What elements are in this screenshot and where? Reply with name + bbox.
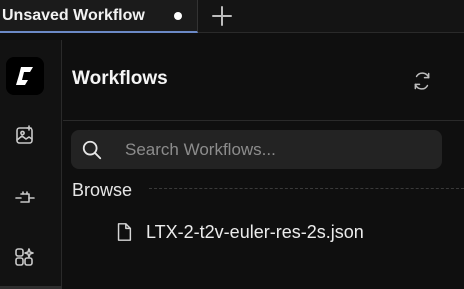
search-box bbox=[71, 130, 442, 169]
tab-bar: Unsaved Workflow bbox=[0, 0, 464, 33]
comfy-logo[interactable] bbox=[6, 57, 44, 95]
new-tab-button[interactable] bbox=[211, 5, 233, 27]
panel-divider bbox=[63, 120, 464, 121]
tab-title: Unsaved Workflow bbox=[2, 7, 145, 24]
tab-unsaved-workflow[interactable]: Unsaved Workflow bbox=[0, 0, 198, 33]
comfy-logo-icon bbox=[16, 67, 33, 85]
unsaved-indicator-dot[interactable] bbox=[174, 12, 182, 20]
templates-icon bbox=[15, 248, 34, 266]
workflow-file-item[interactable]: LTX-2-t2v-euler-res-2s.json bbox=[113, 218, 453, 246]
file-icon bbox=[117, 223, 132, 241]
refresh-button[interactable] bbox=[407, 66, 437, 96]
panel-title: Workflows bbox=[72, 68, 168, 89]
sidebar-item-nodes[interactable] bbox=[9, 182, 41, 214]
workflows-panel: Workflows Browse LTX-2-t2v-eu bbox=[63, 40, 464, 289]
app-window: Unsaved Workflow Workflows Search Workfl… bbox=[0, 0, 464, 289]
sidebar-item-images[interactable] bbox=[9, 120, 41, 152]
plus-icon bbox=[212, 6, 232, 26]
section-divider bbox=[149, 188, 464, 189]
search-icon bbox=[82, 140, 102, 160]
image-gallery-icon bbox=[16, 125, 33, 144]
sidebar-item-templates[interactable] bbox=[9, 242, 41, 274]
search-input[interactable] bbox=[125, 130, 425, 169]
refresh-icon bbox=[414, 72, 430, 90]
node-library-icon bbox=[15, 191, 35, 203]
section-label-browse: Browse bbox=[72, 180, 133, 200]
workflow-file-name: LTX-2-t2v-euler-res-2s.json bbox=[146, 221, 364, 242]
sidebar-rail bbox=[0, 40, 62, 289]
